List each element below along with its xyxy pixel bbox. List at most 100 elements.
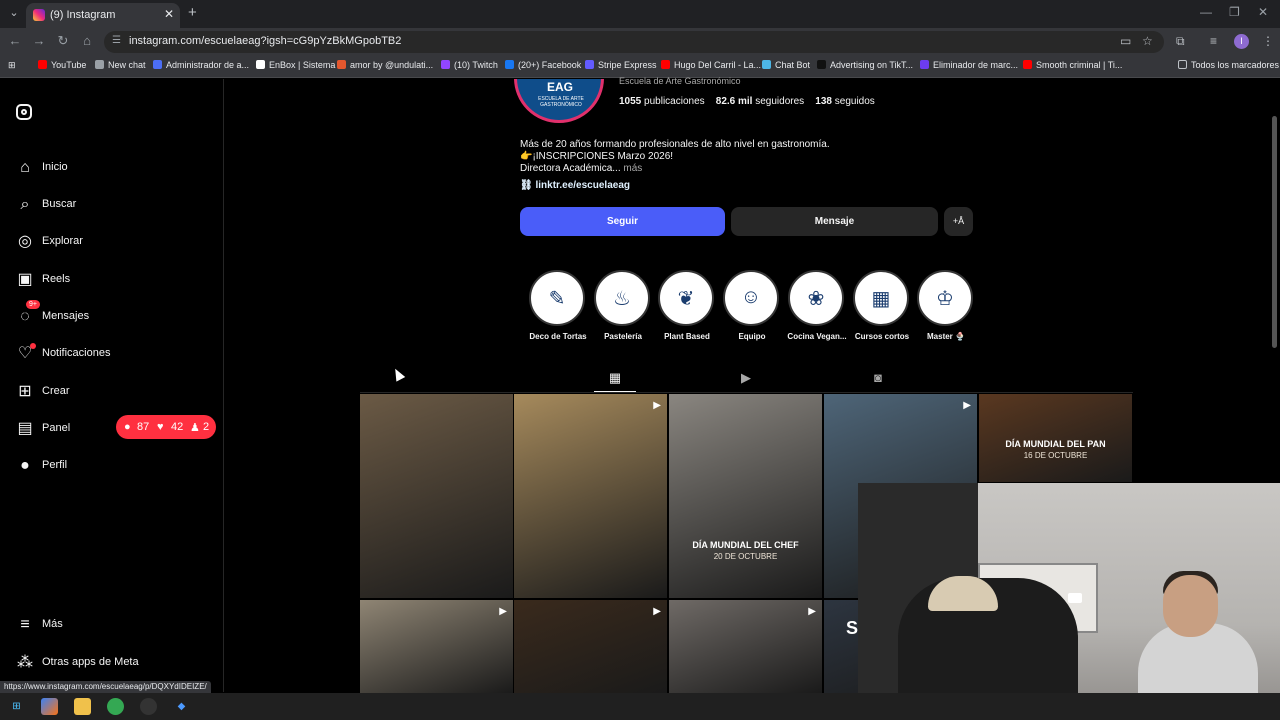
bookmark-star-icon[interactable]: ☆	[1142, 34, 1153, 48]
webcam-light	[1068, 593, 1082, 603]
sidebar-item-reels[interactable]: ▣ Reels	[16, 269, 216, 293]
obs-icon[interactable]	[140, 698, 157, 715]
browser-tab[interactable]: (9) Instagram ✕	[26, 3, 180, 28]
post-thumbnail[interactable]: ▶	[669, 600, 822, 693]
apps-grid-icon[interactable]: ⊞	[8, 60, 16, 71]
post-thumbnail[interactable]: ▶	[360, 600, 513, 693]
sidebar-item-meta-apps[interactable]: ⁂ Otras apps de Meta	[16, 652, 216, 676]
webcam-overlay	[858, 483, 1280, 720]
bookmark-item[interactable]: Stripe Express	[585, 60, 657, 70]
bookmark-item[interactable]: (10) Twitch	[441, 60, 498, 70]
following-count[interactable]: 138	[815, 96, 832, 107]
media-icon[interactable]: ≡	[1210, 34, 1217, 48]
bookmark-favicon-icon	[661, 60, 670, 69]
bookmark-item[interactable]: Eliminador de marc...	[920, 60, 1018, 70]
forward-icon[interactable]: →	[30, 33, 48, 48]
highlight-cover-icon: ☺	[740, 286, 762, 308]
browser-menu-icon[interactable]: ⋮	[1262, 34, 1274, 48]
bookmark-item[interactable]: Smooth criminal | Ti...	[1023, 60, 1122, 70]
close-window-icon[interactable]: ✕	[1258, 5, 1268, 19]
follow-button[interactable]: Seguir	[520, 207, 725, 236]
bookmark-favicon-icon	[1023, 60, 1032, 69]
post-thumbnail[interactable]	[360, 394, 513, 598]
highlight-item[interactable]: ♔ Master 🍨	[914, 270, 978, 345]
highlight-cover: ❦	[658, 270, 714, 326]
post-thumbnail[interactable]: DÍA MUNDIAL DEL PAN 16 DE OCTUBRE	[979, 394, 1132, 482]
instagram-logo-icon[interactable]	[16, 104, 32, 120]
bookmark-item[interactable]: New chat	[95, 60, 146, 70]
sidebar-item-label: Buscar	[42, 198, 77, 210]
post-thumbnail[interactable]: ▶	[514, 394, 667, 598]
active-tab-indicator	[594, 391, 636, 392]
suggest-users-button[interactable]: +Å	[944, 207, 973, 236]
bookmark-favicon-icon	[762, 60, 771, 69]
bookmark-favicon-icon	[920, 60, 929, 69]
bookmark-item[interactable]: Chat Bot	[762, 60, 810, 70]
highlight-cover: ❀	[788, 270, 844, 326]
app-icon[interactable]: ◆	[173, 698, 190, 715]
bookmark-favicon-icon	[256, 60, 265, 69]
bookmark-item[interactable]: Hugo Del Carril - La...	[661, 60, 761, 70]
bookmark-item[interactable]: Administrador de a...	[153, 60, 249, 70]
reel-icon: ▶	[653, 606, 661, 617]
followers-label[interactable]: seguidores	[755, 96, 804, 107]
bookmark-favicon-icon	[817, 60, 826, 69]
home-browser-icon[interactable]: ⌂	[78, 33, 96, 48]
posts-label: publicaciones	[644, 96, 705, 107]
tab-posts-grid-icon[interactable]: ▦	[607, 370, 623, 386]
copilot-icon[interactable]	[41, 698, 58, 715]
sidebar-item-more[interactable]: ≡ Más	[16, 614, 216, 638]
sidebar-item-perfil[interactable]: ● Perfil	[16, 455, 216, 479]
bookmark-item[interactable]: amor by @undulati...	[337, 60, 433, 70]
browser-profile-avatar[interactable]: I	[1234, 34, 1249, 49]
bookmark-label: Stripe Express	[598, 60, 657, 70]
bookmark-label: Hugo Del Carril - La...	[674, 60, 762, 70]
sidebar-item-panel[interactable]: ▤ Panel	[16, 418, 216, 442]
bookmark-item[interactable]: Advertising on TikT...	[817, 60, 913, 70]
link-status-bar: https://www.instagram.com/escuelaeag/p/D…	[0, 681, 211, 693]
post-thumbnail[interactable]: ▶	[514, 600, 667, 693]
sidebar-item-buscar[interactable]: ⌕ Buscar	[16, 194, 216, 218]
message-button[interactable]: Mensaje	[731, 207, 938, 236]
sidebar-item-explorar[interactable]: ◎ Explorar	[16, 231, 216, 255]
home-icon: ⌂	[20, 159, 30, 176]
plus-square-icon: ⊞	[18, 383, 32, 400]
tab-close-icon[interactable]: ✕	[164, 7, 174, 21]
instagram-sidebar: ● 87 ♥ 42 ♟ 2 ⌂ Inicio ⌕ Buscar ◎ Explorar ▣ Re…	[0, 79, 224, 692]
file-explorer-icon[interactable]	[74, 698, 91, 715]
tab-tagged-icon[interactable]: ◙	[870, 370, 886, 386]
extensions-icon[interactable]: ⧉	[1176, 34, 1185, 49]
page-scrollbar[interactable]	[1272, 116, 1277, 348]
chrome-icon[interactable]	[107, 698, 124, 715]
bio-line-3: Directora Académica... más	[520, 163, 642, 174]
restore-icon[interactable]: ❐	[1229, 5, 1240, 19]
bio-more-link[interactable]: más	[623, 163, 642, 174]
back-icon[interactable]: ←	[6, 33, 24, 48]
bookmark-item[interactable]: EnBox | Sistema	[256, 60, 335, 70]
sidebar-item-crear[interactable]: ⊞ Crear	[16, 381, 216, 405]
site-info-icon[interactable]: ☰	[112, 35, 121, 46]
sidebar-item-label: Panel	[42, 422, 71, 434]
profile-avatar[interactable]: EAG ESCUELA DE ARTE GASTRONÓMICO	[514, 79, 604, 123]
profile-link[interactable]: ⛓ linktr.ee/escuelaeag	[520, 180, 630, 191]
tab-reels-icon[interactable]: ▶	[738, 370, 754, 386]
address-bar[interactable]: ☰ instagram.com/escuelaeag?igsh=cG9pYzBk…	[104, 31, 1164, 53]
reload-icon[interactable]: ↻	[54, 33, 72, 49]
sidebar-item-mensajes[interactable]: ◌ Mensajes 9+	[16, 300, 216, 330]
tab-search-icon[interactable]: ⌄	[6, 5, 22, 21]
following-label[interactable]: seguidos	[835, 96, 875, 107]
search-icon: ⌕	[20, 196, 30, 213]
post-thumbnail[interactable]: DÍA MUNDIAL DEL CHEF 20 DE OCTUBRE	[669, 394, 822, 598]
sidebar-item-inicio[interactable]: ⌂ Inicio	[16, 157, 216, 181]
minimize-icon[interactable]: —	[1200, 5, 1212, 19]
sidebar-item-notificaciones[interactable]: ♡ Notificaciones	[16, 343, 216, 367]
followers-count[interactable]: 82.6 mil	[716, 96, 753, 107]
avatar-icon: ●	[20, 457, 30, 474]
bookmark-item[interactable]: (20+) Facebook	[505, 60, 581, 70]
bookmark-item[interactable]: YouTube	[38, 60, 86, 70]
new-tab-icon[interactable]: +	[188, 5, 197, 21]
cast-icon[interactable]: ▭	[1120, 34, 1131, 48]
windows-start-icon[interactable]: ⊞	[8, 698, 25, 715]
bookmarks-folder[interactable]: Todos los marcadores	[1178, 60, 1279, 70]
compass-icon: ◎	[18, 233, 32, 250]
